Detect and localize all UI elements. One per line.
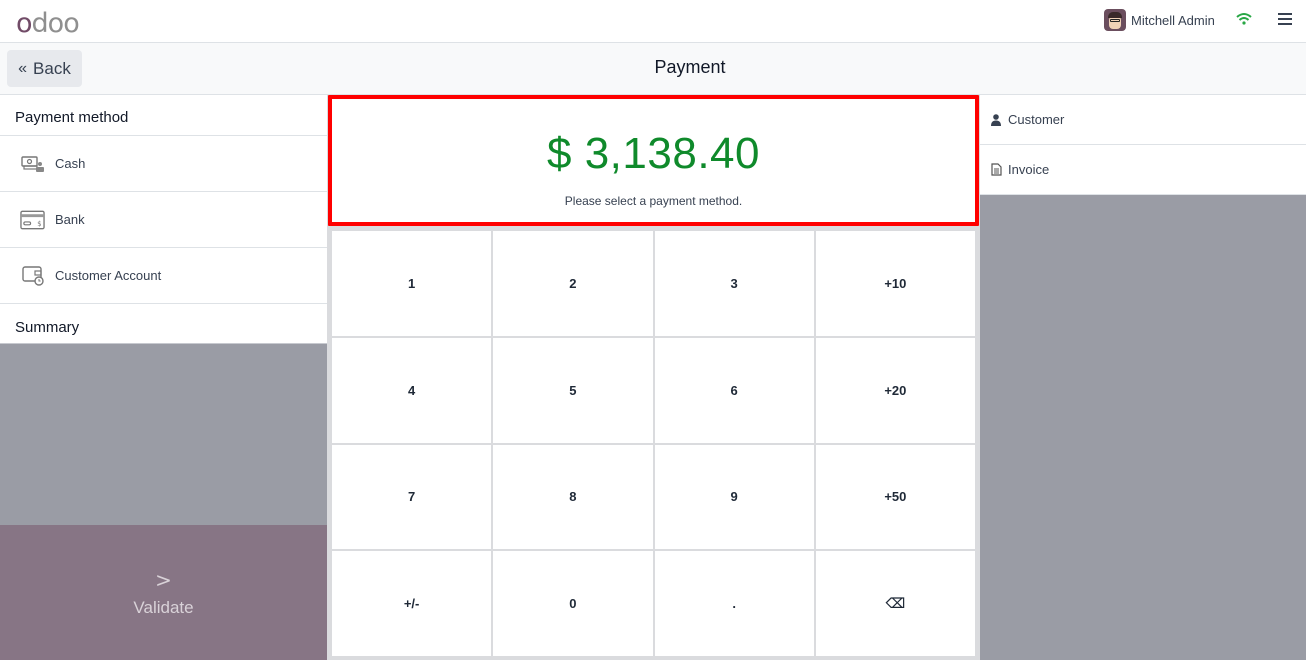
numpad-key-9[interactable]: 9 <box>654 444 814 550</box>
wifi-icon[interactable] <box>1236 12 1252 26</box>
page-title: Payment <box>654 57 726 77</box>
invoice-label: Invoice <box>1008 162 1050 177</box>
amount-due-box: $ 3,138.40 Please select a payment metho… <box>328 95 979 226</box>
numpad-key-plus50[interactable]: +50 <box>815 444 975 550</box>
logo-first-letter: o <box>16 8 33 39</box>
customer-label: Customer <box>1008 112 1065 127</box>
hamburger-menu-icon[interactable] <box>1278 13 1292 27</box>
customer-invoice-panel: Customer Invoice <box>980 95 1306 660</box>
user-name: Mitchell Admin <box>1131 12 1215 28</box>
validate-label: Validate <box>133 597 194 617</box>
amount-due: $ 3,138.40 <box>547 129 760 178</box>
numpad-key-7[interactable]: 7 <box>332 444 492 550</box>
validate-button[interactable]: > Validate <box>0 525 327 660</box>
numpad-key-sign[interactable]: +/- <box>332 551 492 656</box>
cash-icon <box>20 153 45 175</box>
numpad: 1 2 3 +10 4 5 6 +20 7 8 9 +50 +/- 0 . ⌫ <box>332 231 975 656</box>
user-icon <box>990 113 1002 127</box>
file-icon <box>990 163 1002 177</box>
backspace-icon[interactable]: ⌫ <box>815 551 975 656</box>
payment-method-customer-account[interactable]: Customer Account <box>0 248 327 304</box>
numpad-key-plus10[interactable]: +10 <box>815 231 975 336</box>
avatar <box>1104 9 1126 31</box>
top-navbar: odoo Mitchell Admin <box>0 0 1306 43</box>
payment-method-label: Bank <box>55 212 85 227</box>
user-menu[interactable]: Mitchell Admin <box>1104 9 1215 31</box>
customer-account-icon <box>20 265 45 287</box>
numpad-key-plus20[interactable]: +20 <box>815 337 975 443</box>
numpad-key-6[interactable]: 6 <box>654 337 814 443</box>
logo-rest: doo <box>31 8 80 39</box>
payment-message: Please select a payment method. <box>564 194 743 208</box>
payment-method-bank[interactable]: $ Bank <box>0 192 327 248</box>
summary-title: Summary <box>0 304 327 344</box>
numpad-key-1[interactable]: 1 <box>332 231 492 336</box>
numpad-key-5[interactable]: 5 <box>493 337 653 443</box>
payment-methods-panel: Payment method Cash $ Bank Customer Acco… <box>0 95 327 660</box>
chevron-right-icon: > <box>155 567 172 592</box>
control-bar: « Back Payment <box>0 43 1306 95</box>
payment-method-cash[interactable]: Cash <box>0 136 327 192</box>
bank-card-icon: $ <box>20 209 45 231</box>
numpad-key-3[interactable]: 3 <box>654 231 814 336</box>
numpad-key-decimal[interactable]: . <box>654 551 814 656</box>
payment-method-label: Customer Account <box>55 268 162 283</box>
invoice-button[interactable]: Invoice <box>980 145 1306 195</box>
payment-center: $ 3,138.40 Please select a payment metho… <box>327 95 980 660</box>
odoo-logo[interactable]: odoo <box>16 8 80 39</box>
payment-method-title: Payment method <box>0 95 327 136</box>
numpad-key-0[interactable]: 0 <box>493 551 653 656</box>
payment-method-label: Cash <box>55 156 86 171</box>
customer-button[interactable]: Customer <box>980 95 1306 145</box>
svg-text:$: $ <box>37 219 41 227</box>
numpad-key-4[interactable]: 4 <box>332 337 492 443</box>
numpad-key-8[interactable]: 8 <box>493 444 653 550</box>
numpad-key-2[interactable]: 2 <box>493 231 653 336</box>
